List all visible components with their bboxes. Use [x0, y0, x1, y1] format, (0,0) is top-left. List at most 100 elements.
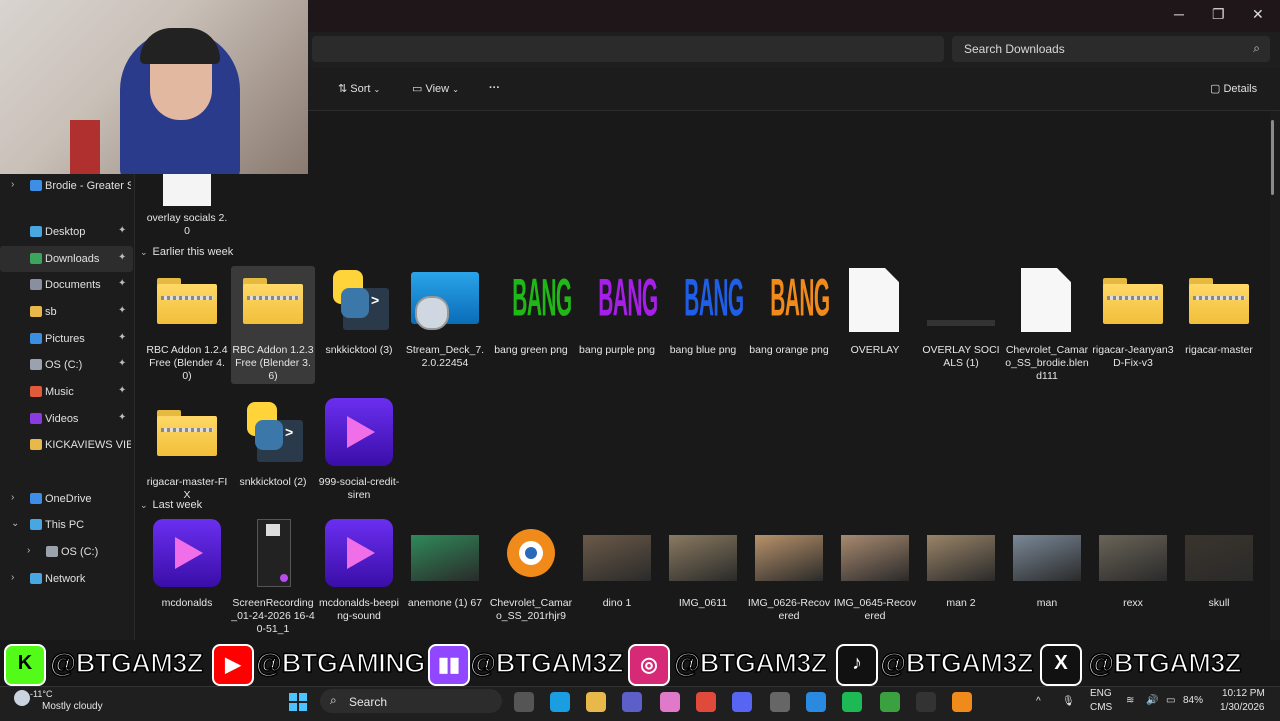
folder-icon: [30, 306, 42, 317]
kick-icon[interactable]: K: [4, 644, 46, 686]
sidebar-item-pictures[interactable]: Pictures ✦: [0, 326, 133, 352]
chevron-icon[interactable]: ›: [27, 545, 30, 556]
close-button[interactable]: ✕: [1252, 6, 1264, 23]
chevron-icon[interactable]: ›: [11, 572, 14, 583]
file-item[interactable]: anemone (1) 67: [403, 519, 487, 637]
search-box[interactable]: Search Downloads ⌕: [952, 36, 1270, 62]
x-icon[interactable]: X: [1040, 644, 1082, 686]
download-icon: [30, 253, 42, 264]
sidebar-item-music[interactable]: Music ✦: [0, 379, 133, 405]
app-icon[interactable]: [806, 692, 826, 712]
file-item[interactable]: mcdonalds: [145, 519, 229, 637]
microphone-icon[interactable]: 🎙: [1062, 696, 1075, 707]
language-secondary[interactable]: CMS: [1090, 702, 1112, 713]
task-view-icon[interactable]: [514, 692, 534, 712]
file-item[interactable]: OVERLAY SOCIALS (1): [919, 266, 1003, 384]
file-item[interactable]: OVERLAY: [833, 266, 917, 384]
pin-icon: ✦: [118, 412, 127, 423]
chrome-icon[interactable]: [696, 692, 716, 712]
copilot-icon[interactable]: [660, 692, 680, 712]
battery-icon[interactable]: ▭: [1166, 695, 1175, 706]
restore-button[interactable]: ❐: [1212, 6, 1225, 23]
spotify-icon[interactable]: [842, 692, 862, 712]
language-primary[interactable]: ENG: [1090, 688, 1112, 699]
taskbar-search[interactable]: ⌕ Search: [320, 689, 502, 713]
file-name: rigacar-master-FIX: [146, 476, 228, 501]
file-explorer-icon[interactable]: [586, 692, 606, 712]
start-button[interactable]: [288, 692, 308, 712]
volume-icon[interactable]: 🔊: [1146, 695, 1158, 706]
teams-icon[interactable]: [622, 692, 642, 712]
youtube-icon[interactable]: ▶: [212, 644, 254, 686]
weather-desc[interactable]: Mostly cloudy: [42, 701, 103, 712]
file-item[interactable]: dino 1: [575, 519, 659, 637]
file-item[interactable]: skull: [1177, 519, 1261, 637]
sidebar-item-videos[interactable]: Videos ✦: [0, 406, 133, 432]
clock-time[interactable]: 10:12 PM: [1222, 688, 1265, 699]
file-item[interactable]: rexx: [1091, 519, 1175, 637]
sidebar-item-onedrive[interactable]: › OneDrive: [0, 486, 133, 512]
file-item[interactable]: BANG bang green png: [489, 266, 573, 384]
terminal-icon[interactable]: [916, 692, 936, 712]
chevron-icon[interactable]: ›: [11, 492, 14, 503]
file-item[interactable]: BANG bang purple png: [575, 266, 659, 384]
file-item[interactable]: overlay socials 2.0: [145, 174, 229, 238]
file-item[interactable]: > snkkicktool (3): [317, 266, 401, 384]
minimize-button[interactable]: ─: [1174, 6, 1184, 22]
drive-icon: [46, 546, 58, 557]
sidebar-item-kickaviews-viewe[interactable]: KICKAVIEWS VIEWE: [0, 432, 133, 458]
details-button[interactable]: ▢ Details: [1210, 82, 1257, 95]
chevron-icon[interactable]: ›: [11, 179, 14, 190]
file-item[interactable]: 999-social-credit-siren: [317, 398, 401, 516]
file-item[interactable]: IMG_0611: [661, 519, 745, 637]
file-item[interactable]: IMG_0645-Recovered: [833, 519, 917, 637]
file-item[interactable]: rigacar-master: [1177, 266, 1261, 384]
file-item[interactable]: Stream_Deck_7.2.0.22454: [403, 266, 487, 384]
address-bar[interactable]: [312, 36, 944, 62]
group-header-earlier[interactable]: ⌄ Earlier this week: [140, 246, 233, 258]
sidebar-item-downloads[interactable]: Downloads ✦: [0, 246, 133, 272]
file-item[interactable]: RBC Addon 1.2.3 Free (Blender 3.6): [231, 266, 315, 384]
chrome-icon[interactable]: [880, 692, 900, 712]
sidebar-item-os-c[interactable]: OS (C:) ✦: [0, 352, 133, 378]
file-item[interactable]: BANG bang orange png: [747, 266, 831, 384]
sidebar-item-network[interactable]: › Network: [0, 566, 133, 592]
instagram-icon[interactable]: ◎: [628, 644, 670, 686]
file-name: mcdonalds: [161, 597, 213, 609]
tray-overflow-icon[interactable]: ^: [1036, 696, 1041, 707]
chatgpt-icon[interactable]: [770, 692, 790, 712]
sidebar-item-desktop[interactable]: Desktop ✦: [0, 219, 133, 245]
file-item[interactable]: rigacar-master-FIX: [145, 398, 229, 516]
sidebar-item-this-pc[interactable]: ⌄ This PC: [0, 512, 133, 538]
sidebar-item-sb[interactable]: sb ✦: [0, 299, 133, 325]
file-item[interactable]: man: [1005, 519, 1089, 637]
file-item[interactable]: RBC Addon 1.2.4 Free (Blender 4.0): [145, 266, 229, 384]
file-item[interactable]: rigacar-Jeanyan3D-Fix-v3: [1091, 266, 1175, 384]
view-button[interactable]: ▭ View ⌄: [412, 82, 459, 95]
file-item[interactable]: IMG_0626-Recovered: [747, 519, 831, 637]
tiktok-icon[interactable]: ♪: [836, 644, 878, 686]
twitch-icon[interactable]: ▮▮: [428, 644, 470, 686]
chevron-icon[interactable]: ⌄: [11, 518, 19, 529]
sidebar-item-brodie-greater-sa[interactable]: › Brodie - Greater Sa: [0, 173, 133, 199]
file-item[interactable]: BANG bang blue png: [661, 266, 745, 384]
file-item[interactable]: Chevrolet_Camaro_SS_brodie.blend111: [1005, 266, 1089, 384]
file-item[interactable]: > snkkicktool (2): [231, 398, 315, 516]
file-item[interactable]: mcdonalds-beeping-sound: [317, 519, 401, 637]
clock-date[interactable]: 1/30/2026: [1220, 702, 1265, 713]
social-handle: @BTGAM3Z: [469, 647, 624, 679]
edge-icon[interactable]: [550, 692, 570, 712]
file-item[interactable]: man 2: [919, 519, 1003, 637]
file-item[interactable]: Chevrolet_Camaro_SS_201rhjr9: [489, 519, 573, 637]
sidebar-item-documents[interactable]: Documents ✦: [0, 272, 133, 298]
sort-button[interactable]: ⇅ Sort ⌄: [338, 82, 380, 95]
sidebar-item-os-c[interactable]: › OS (C:): [0, 539, 133, 565]
discord-icon[interactable]: [732, 692, 752, 712]
wifi-icon[interactable]: ≋: [1126, 695, 1134, 706]
more-options-button[interactable]: ···: [489, 82, 500, 94]
blender-icon[interactable]: [952, 692, 972, 712]
vertical-scrollbar[interactable]: [1271, 120, 1274, 195]
image-thumbnail: [163, 174, 211, 206]
weather-temp[interactable]: -11°C: [30, 689, 52, 699]
file-item[interactable]: ScreenRecording_01-24-2026 16-40-51_1: [231, 519, 315, 637]
